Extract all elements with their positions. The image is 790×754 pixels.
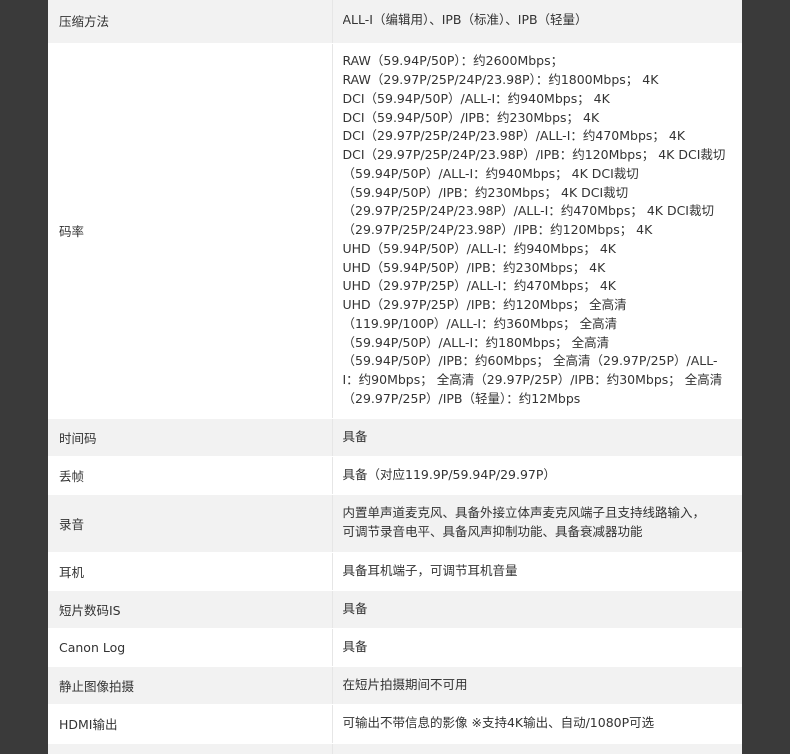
spec-value: RAW（59.94P/50P）：约2600Mbps； RAW（29.97P/25… bbox=[331, 43, 742, 419]
spec-value-line: DCI（29.97P/25P/24P/23.98P）/IPB：约120Mbps；… bbox=[342, 147, 726, 163]
spec-value-line: （59.94P/50P）/IPB：约230Mbps； 4K DCI裁切 bbox=[342, 184, 629, 200]
spec-label: HDMI输出 bbox=[48, 704, 332, 744]
spec-label: Canon Log bbox=[48, 628, 332, 667]
spec-table: 压缩方法 ALL-I（编辑用）、IPB（标准）、IPB（轻量） 码率 RAW（5… bbox=[48, 0, 742, 754]
spec-value-line: 具备耳机端子，可调节耳机音量 bbox=[342, 562, 518, 578]
spec-value-line: UHD（59.94P/50P）/IPB：约230Mbps； 4K bbox=[342, 259, 606, 275]
spec-row-movie-digital-is: 短片数码IS 具备 bbox=[48, 590, 742, 629]
spec-row-compression: 压缩方法 ALL-I（编辑用）、IPB（标准）、IPB（轻量） bbox=[48, 0, 742, 44]
spec-value-line: （59.94P/50P）/IPB：约60Mbps； 全高清（29.97P/25P… bbox=[342, 353, 718, 369]
spec-value-line: （59.94P/50P）/ALL-I：约180Mbps； 全高清 bbox=[342, 334, 610, 350]
spec-label: 短片数码IS bbox=[48, 590, 332, 629]
spec-value: 具备耳机端子，可调节耳机音量 bbox=[331, 552, 742, 591]
spec-label: 耳机 bbox=[48, 552, 332, 591]
spec-row-audio: 录音 内置单声道麦克风、具备外接立体声麦克风端子且支持线路输入， 可调节录音电平… bbox=[48, 494, 742, 553]
spec-value-line: （29.97P/25P/24P/23.98P）/IPB：约120Mbps； 4K bbox=[342, 222, 653, 238]
spec-row-still-capture: 静止图像拍摄 在短片拍摄期间不可用 bbox=[48, 666, 742, 705]
spec-value-line: I：约90Mbps； 全高清（29.97P/25P）/IPB：约30Mbps； … bbox=[342, 372, 723, 388]
spec-value-line: UHD（29.97P/25P）/IPB：约120Mbps； 全高清 bbox=[342, 297, 627, 313]
spec-label: 码率 bbox=[48, 43, 332, 419]
spec-value-line: 可调节录音电平、具备风声抑制功能、具备衰减器功能 bbox=[342, 524, 643, 539]
spec-value-line: 内置单声道麦克风、具备外接立体声麦克风端子且支持线路输入， bbox=[342, 505, 706, 521]
spec-sheet: 压缩方法 ALL-I（编辑用）、IPB（标准）、IPB（轻量） 码率 RAW（5… bbox=[48, 0, 742, 754]
spec-value-line: RAW（59.94P/50P）：约2600Mbps； bbox=[342, 53, 564, 69]
spec-value-line: RAW（29.97P/25P/24P/23.98P）：约1800Mbps； 4K bbox=[342, 72, 659, 88]
spec-value: 内置单声道麦克风、具备外接立体声麦克风端子且支持线路输入， 可调节录音电平、具备… bbox=[331, 494, 742, 553]
spec-row-headphones: 耳机 具备耳机端子，可调节耳机音量 bbox=[48, 552, 742, 591]
spec-row-bitrate: 码率 RAW（59.94P/50P）：约2600Mbps； RAW（29.97P… bbox=[48, 43, 742, 419]
spec-value-line: 具备（对应119.9P/59.94P/29.97P） bbox=[342, 466, 556, 482]
spec-value-line: （29.97P/25P）/IPB（轻量）：约12Mbps bbox=[342, 390, 581, 406]
spec-row-cutoff bbox=[48, 743, 742, 754]
spec-value-line: DCI（59.94P/50P）/IPB：约230Mbps； 4K bbox=[342, 109, 600, 125]
spec-label: 压缩方法 bbox=[48, 0, 332, 44]
spec-label bbox=[48, 743, 332, 754]
spec-value-line: 具备 bbox=[342, 600, 368, 616]
spec-row-timecode: 时间码 具备 bbox=[48, 418, 742, 457]
spec-value-line: UHD（29.97P/25P）/ALL-I：约470Mbps； 4K bbox=[342, 278, 616, 294]
spec-value: ALL-I（编辑用）、IPB（标准）、IPB（轻量） bbox=[331, 0, 742, 44]
spec-value-line: ALL-I（编辑用）、IPB（标准）、IPB（轻量） bbox=[342, 12, 588, 28]
spec-value: 在短片拍摄期间不可用 bbox=[331, 666, 742, 705]
spec-row-hdmi-output: HDMI输出 可输出不带信息的影像 ※支持4K输出、自动/1080P可选 bbox=[48, 704, 742, 744]
spec-value-line: DCI（29.97P/25P/24P/23.98P）/ALL-I：约470Mbp… bbox=[342, 128, 686, 144]
spec-row-canon-log: Canon Log 具备 bbox=[48, 628, 742, 667]
spec-label: 丢帧 bbox=[48, 456, 332, 495]
spec-value: 具备 bbox=[331, 590, 742, 629]
spec-value-line: UHD（59.94P/50P）/ALL-I：约940Mbps； 4K bbox=[342, 240, 616, 256]
spec-value-line: 可输出不带信息的影像 ※支持4K输出、自动/1080P可选 bbox=[342, 715, 655, 731]
spec-value-line: DCI（59.94P/50P）/ALL-I：约940Mbps； 4K bbox=[342, 90, 610, 106]
spec-value: 可输出不带信息的影像 ※支持4K输出、自动/1080P可选 bbox=[331, 704, 742, 744]
spec-value-line: （119.9P/100P）/ALL-I：约360Mbps； 全高清 bbox=[342, 315, 618, 331]
spec-row-drop-frame: 丢帧 具备（对应119.9P/59.94P/29.97P） bbox=[48, 456, 742, 495]
spec-label: 时间码 bbox=[48, 418, 332, 457]
spec-value: 具备 bbox=[331, 628, 742, 667]
spec-label: 录音 bbox=[48, 494, 332, 553]
spec-value-line: 具备 bbox=[342, 638, 368, 654]
spec-value: 具备 bbox=[331, 418, 742, 457]
spec-value-line: 具备 bbox=[342, 428, 368, 444]
spec-value: 具备（对应119.9P/59.94P/29.97P） bbox=[331, 456, 742, 495]
spec-label: 静止图像拍摄 bbox=[48, 666, 332, 705]
spec-value-line: 在短片拍摄期间不可用 bbox=[342, 676, 468, 692]
spec-value bbox=[331, 743, 742, 754]
spec-value-line: （29.97P/25P/24P/23.98P）/ALL-I：约470Mbps； … bbox=[342, 203, 715, 219]
spec-value-line: （59.94P/50P）/ALL-I：约940Mbps； 4K DCI裁切 bbox=[342, 165, 639, 181]
